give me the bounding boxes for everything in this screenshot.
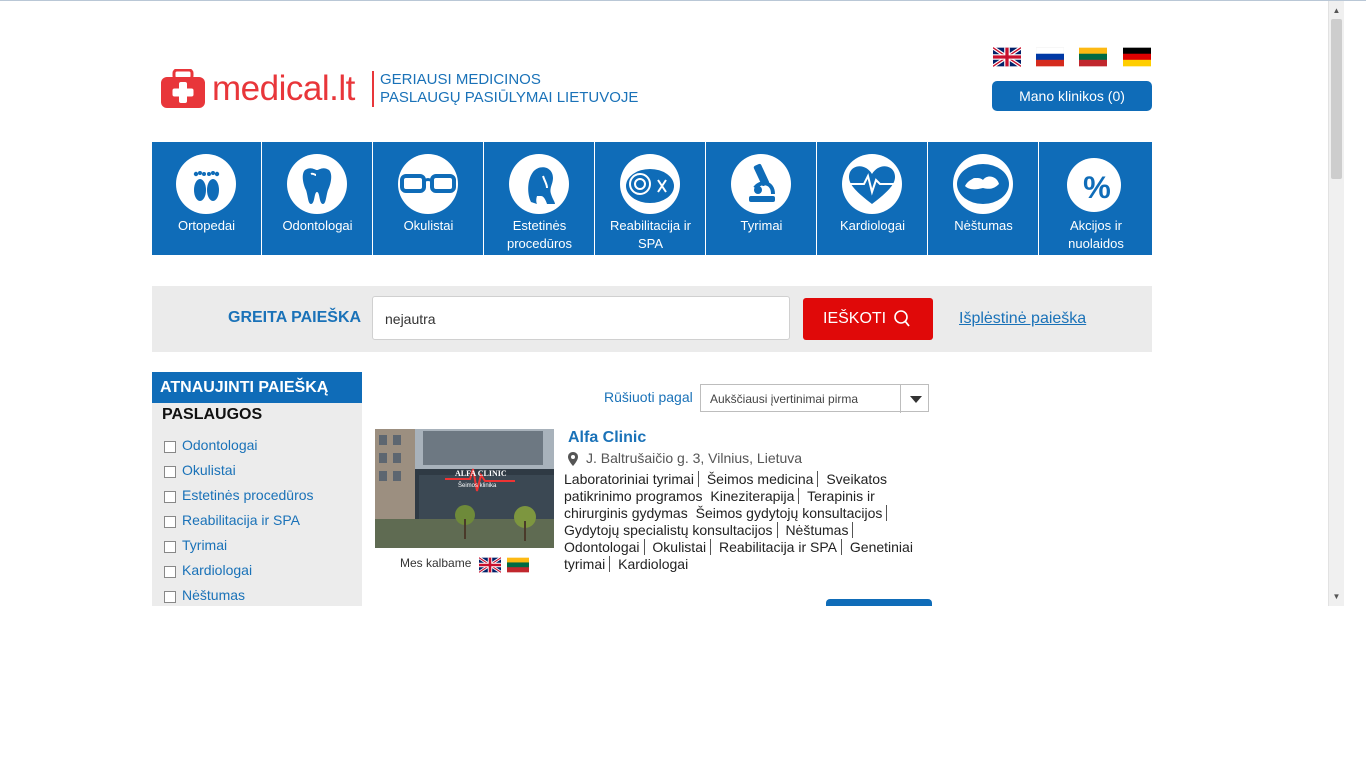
category-nav: Ortopedai Odontologai Okulistai Estetinė… [152, 142, 1152, 255]
microscope-icon [749, 163, 775, 202]
clinic-address: J. Baltrušaičio g. 3, Vilnius, Lietuva [586, 450, 803, 466]
category-label: Nėštumas [954, 218, 1013, 233]
category-label: Okulistai [403, 218, 454, 233]
service-tag: Laboratoriniai tyrimai [564, 471, 699, 487]
advanced-search-link[interactable]: Išplėstinė paieška [959, 310, 1086, 328]
logo-separator [372, 71, 374, 107]
map-pin-icon [568, 452, 578, 466]
search-button[interactable]: IEŠKOTI [803, 298, 933, 340]
spa-towel-icon [626, 169, 674, 203]
clinic-result-card: ALFA CLINIC Šeimos klinika Mes kalbame A… [375, 429, 935, 606]
service-tag: Okulistai [652, 539, 712, 555]
category-odontologai[interactable]: Odontologai [263, 142, 373, 255]
baby-icon [957, 164, 1009, 204]
sidebar-header: ATNAUJINTI PAIEŠKĄ [152, 372, 362, 403]
checkbox[interactable] [164, 541, 176, 553]
category-nestumas[interactable]: Nėštumas [929, 142, 1039, 255]
checkbox[interactable] [164, 466, 176, 478]
tagline: GERIAUSI MEDICINOS PASLAUGŲ PASIŪLYMAI L… [380, 71, 638, 107]
filter-label: Okulistai [182, 462, 236, 478]
service-tag: Kardiologai [618, 556, 689, 572]
en-flag-icon [479, 557, 501, 573]
category-ortopedai[interactable]: Ortopedai [152, 142, 262, 255]
heart-pulse-icon [848, 166, 896, 204]
category-kardiologai[interactable]: Kardiologai [818, 142, 928, 255]
clinic-name-link[interactable]: Alfa Clinic [568, 429, 646, 447]
sort-control: Rūšiuoti pagal Aukščiausi įvertinimai pi… [604, 384, 934, 414]
scrollbar-thumb[interactable] [1331, 19, 1342, 179]
clinic-photo[interactable]: ALFA CLINIC Šeimos klinika [375, 429, 554, 548]
my-clinics-button[interactable]: Mano klinikos (0) [992, 81, 1152, 111]
category-estetines-proceduros[interactable]: Estetinės procedūros [485, 142, 595, 255]
service-tag: Šeimos medicina [706, 471, 819, 487]
category-label: Tyrimai [740, 218, 783, 233]
category-akcijos-nuolaidos[interactable]: % Akcijos ir nuolaidos [1040, 142, 1152, 255]
category-reabilitacija-spa[interactable]: Reabilitacija ir SPA [596, 142, 706, 255]
photo-sign-name: ALFA CLINIC [455, 469, 507, 478]
en-flag-icon[interactable] [993, 47, 1021, 67]
search-button-label: IEŠKOTI [823, 310, 887, 327]
search-icon [894, 310, 910, 327]
category-label: Estetinės procedūros [506, 218, 573, 251]
medical-kit-icon [161, 69, 205, 108]
brand-name: medical.lt [212, 69, 355, 108]
language-switcher [993, 47, 1153, 69]
page-viewport: medical.lt GERIAUSI MEDICINOS PASLAUGŲ P… [0, 1, 1328, 606]
photo-sign-subtitle: Šeimos klinika [458, 482, 497, 489]
service-tag: Šeimos gydytojų konsultacijos [695, 505, 888, 521]
category-label: Ortopedai [177, 218, 236, 233]
service-tag: Reabilitacija ir SPA [718, 539, 842, 555]
checkbox[interactable] [164, 566, 176, 578]
category-tyrimai[interactable]: Tyrimai [707, 142, 817, 255]
filter-label: Reabilitacija ir SPA [182, 512, 301, 528]
sort-label: Rūšiuoti pagal [604, 389, 693, 405]
category-label: Akcijos ir nuolaidos [1068, 218, 1124, 251]
category-label: Reabilitacija ir SPA [610, 218, 691, 251]
filter-label: Tyrimai [182, 537, 228, 553]
quick-search-bar: GREITA PAIEŠKA nejautra IEŠKOTI Išplėsti… [152, 286, 1152, 352]
chevron-down-icon[interactable] [900, 385, 931, 413]
woman-profile-icon [528, 167, 555, 204]
percent-icon: % [1083, 170, 1111, 205]
ru-flag-icon[interactable] [1036, 47, 1064, 67]
service-tag: Nėštumas [785, 522, 854, 538]
category-label: Odontologai [282, 218, 353, 233]
view-clinic-button[interactable] [826, 599, 932, 606]
search-input[interactable]: nejautra [372, 296, 790, 340]
service-tag: Odontologai [564, 539, 645, 555]
tooth-icon [302, 168, 332, 204]
checkbox[interactable] [164, 591, 176, 603]
tagline-line1: GERIAUSI MEDICINOS [380, 71, 541, 88]
de-flag-icon[interactable] [1123, 47, 1151, 67]
lt-flag-icon [507, 557, 529, 573]
vertical-scrollbar[interactable]: ▲ ▼ [1328, 1, 1344, 606]
svg-text:%: % [1083, 170, 1111, 205]
category-label: Kardiologai [839, 218, 906, 233]
checkbox[interactable] [164, 491, 176, 503]
filter-label: Odontologai [182, 437, 258, 453]
filter-label: Estetinės procedūros [182, 487, 314, 503]
tagline-line2: PASLAUGŲ PASIŪLYMAI LIETUVOJE [380, 89, 639, 106]
service-tag: Gydytojų specialistų konsultacijos [564, 522, 778, 538]
lt-flag-icon[interactable] [1079, 47, 1107, 67]
clinic-services-list: Laboratoriniai tyrimai Šeimos medicina S… [564, 471, 930, 573]
refine-search-sidebar: ATNAUJINTI PAIEŠKĄ PASLAUGOS Odontologai… [152, 372, 362, 606]
scroll-down-icon[interactable]: ▼ [1329, 589, 1344, 604]
filter-label: Kardiologai [182, 562, 253, 578]
checkbox[interactable] [164, 441, 176, 453]
languages-spoken-label: Mes kalbame [400, 556, 472, 570]
scroll-up-icon[interactable]: ▲ [1329, 3, 1344, 18]
category-okulistai[interactable]: Okulistai [374, 142, 484, 255]
checkbox[interactable] [164, 516, 176, 528]
quick-search-title: GREITA PAIEŠKA [228, 309, 362, 326]
service-tag: Kineziterapija [710, 488, 800, 504]
sidebar-subheader: PASLAUGOS [162, 406, 263, 423]
filter-label: Nėštumas [182, 587, 246, 603]
sort-select[interactable]: Aukščiausi įvertinimai pirma [700, 384, 929, 412]
glasses-icon [400, 174, 456, 193]
site-logo[interactable]: medical.lt GERIAUSI MEDICINOS PASLAUGŲ P… [160, 69, 680, 113]
feet-icon [193, 171, 220, 201]
